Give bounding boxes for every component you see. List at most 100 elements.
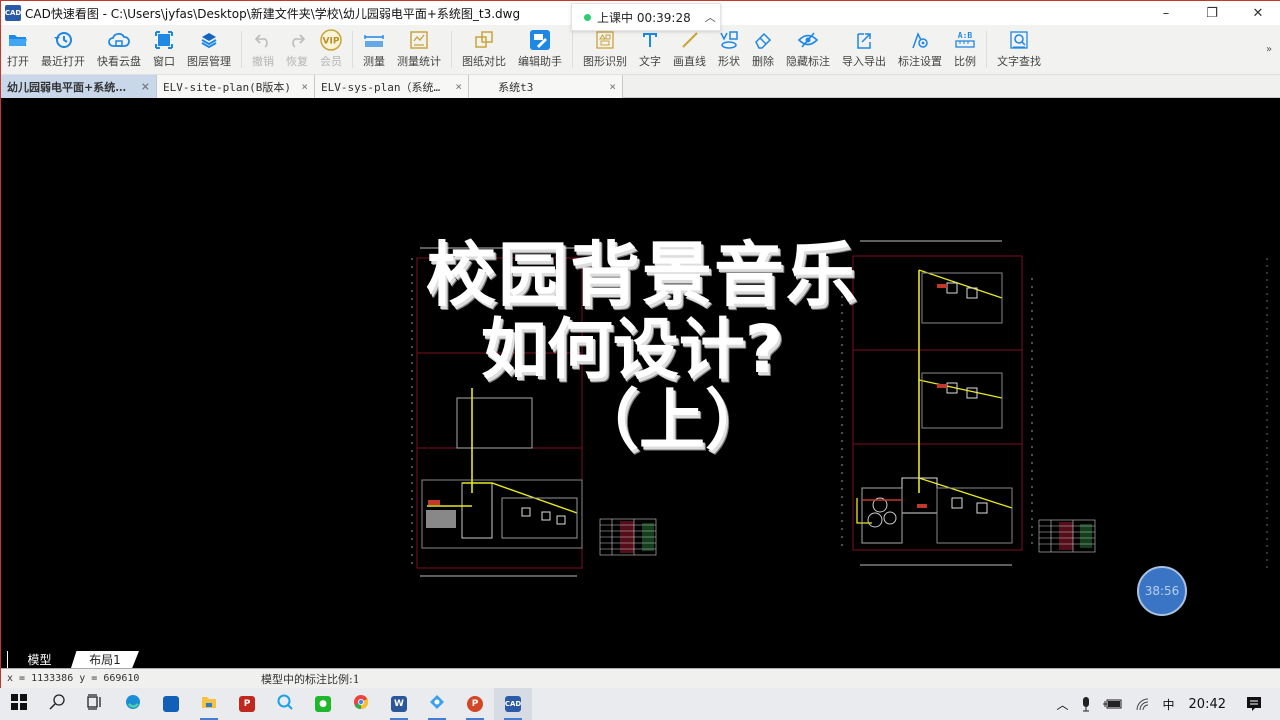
- cloud-icon: [108, 30, 130, 50]
- history-icon: [52, 30, 74, 50]
- window-button[interactable]: 窗口: [147, 25, 181, 74]
- main-toolbar: 打开 最近打开 快看云盘 窗口 图层管理 撤销 恢复 VIP 会员 测量 测量统…: [1, 25, 1280, 75]
- cloud-drive-button[interactable]: 快看云盘: [91, 25, 147, 74]
- measure-button[interactable]: 测量: [357, 25, 391, 74]
- vip-button[interactable]: VIP 会员: [314, 25, 348, 74]
- cursor-coordinates: x = 1133386 y = 669610: [7, 673, 140, 684]
- close-tab-icon[interactable]: ×: [301, 80, 308, 93]
- maximize-button[interactable]: ❐: [1189, 1, 1235, 26]
- import-export-label: 导入导出: [842, 55, 886, 68]
- drawing-canvas[interactable]: 校园背景音乐 如何设计? （上） 38:56: [2, 98, 1280, 650]
- shapes-label: 形状: [718, 55, 740, 68]
- redo-button[interactable]: 恢复: [280, 25, 314, 74]
- annotation-settings-label: 标注设置: [898, 55, 942, 68]
- edit-assistant-button[interactable]: 编辑助手: [512, 25, 568, 74]
- class-timer-label: 上课中 00:39:28: [597, 10, 691, 25]
- taskbar-cad-viewer[interactable]: CAD: [494, 688, 532, 720]
- battery-icon[interactable]: [1102, 698, 1123, 710]
- ruler-icon: [363, 30, 385, 50]
- input-method-indicator[interactable]: 中: [1163, 696, 1175, 713]
- taskbar-search-button[interactable]: [38, 688, 76, 720]
- layout-tab-layout1[interactable]: 布局1: [71, 651, 139, 668]
- toolbar-overflow-button[interactable]: »: [1257, 25, 1280, 74]
- svg-text:A:B: A:B: [958, 31, 973, 40]
- chevron-up-icon[interactable]: ︿: [1057, 696, 1069, 713]
- line-icon: [679, 30, 701, 50]
- hide-annotation-button[interactable]: 隐藏标注: [780, 25, 836, 74]
- close-tab-icon[interactable]: ×: [141, 80, 150, 93]
- start-button[interactable]: [0, 688, 38, 720]
- task-view-button[interactable]: [76, 688, 114, 720]
- annotation-settings-icon: [909, 30, 931, 50]
- taskbar-powerpoint[interactable]: P: [456, 688, 494, 720]
- taskbar-word[interactable]: W: [380, 688, 418, 720]
- doc-tab-kindergarten[interactable]: 幼儿园弱电平面+系统… ×: [1, 75, 157, 98]
- taskbar-chat[interactable]: [266, 688, 304, 720]
- svg-text:VIP: VIP: [323, 37, 340, 47]
- vip-label: 会员: [320, 55, 342, 68]
- annotation-settings-button[interactable]: 标注设置: [892, 25, 948, 74]
- close-tab-icon[interactable]: ×: [455, 80, 462, 93]
- shape-recognize-label: 图形识别: [583, 55, 627, 68]
- close-button[interactable]: ✕: [1235, 1, 1280, 26]
- scale-button[interactable]: A:B 比例: [948, 25, 982, 74]
- store-icon: [163, 696, 179, 712]
- open-button[interactable]: 打开: [1, 25, 35, 74]
- measure-label: 测量: [363, 55, 385, 68]
- search-icon: [49, 694, 65, 714]
- taskbar-feishu[interactable]: [418, 688, 456, 720]
- chevron-up-icon[interactable]: ︿: [705, 9, 716, 25]
- taskbar-store[interactable]: [152, 688, 190, 720]
- taskbar-chrome[interactable]: [342, 688, 380, 720]
- shape-recognize-button[interactable]: 图形识别: [577, 25, 633, 74]
- wifi-icon[interactable]: [1135, 697, 1151, 711]
- overlay-title-line1: 校园背景音乐: [426, 234, 858, 316]
- taskbar-edge[interactable]: [114, 688, 152, 720]
- layer-manager-label: 图层管理: [187, 55, 231, 68]
- class-timer-widget[interactable]: 上课中 00:39:28 ︿: [571, 3, 721, 31]
- edit-assistant-label: 编辑助手: [518, 55, 562, 68]
- chrome-icon: [353, 694, 369, 714]
- taskbar-pdf[interactable]: P: [228, 688, 266, 720]
- floating-timer-bubble[interactable]: 38:56: [1137, 566, 1187, 616]
- annotation-scale-status: 模型中的标注比例:1: [261, 672, 360, 686]
- toolbar-separator: [986, 31, 987, 68]
- shapes-icon: [718, 30, 740, 50]
- doc-tab-elv-sys-plan[interactable]: ELV-sys-plan（系统… ×: [315, 75, 469, 98]
- minimize-button[interactable]: –: [1143, 1, 1189, 26]
- recent-open-button[interactable]: 最近打开: [35, 25, 91, 74]
- status-bar: x = 1133386 y = 669610 模型中的标注比例:1: [1, 668, 1280, 688]
- doc-tab-system-t3[interactable]: 系统t3 ×: [469, 75, 623, 98]
- notification-icon[interactable]: [1246, 696, 1262, 712]
- layout-tab-model[interactable]: 模型: [7, 651, 71, 668]
- text-search-button[interactable]: 文字查找: [991, 25, 1047, 74]
- taskbar-file-explorer[interactable]: [190, 688, 228, 720]
- taskbar-wechat[interactable]: ●: [304, 688, 342, 720]
- layer-manager-button[interactable]: 图层管理: [181, 25, 237, 74]
- folder-icon: [201, 694, 217, 714]
- system-tray: ︿ 中 20:42: [1051, 688, 1280, 720]
- measure-stats-button[interactable]: 测量统计: [391, 25, 447, 74]
- video-overlay-title: 校园背景音乐 如何设计? （上）: [407, 234, 877, 456]
- undo-button[interactable]: 撤销: [246, 25, 280, 74]
- delete-label: 删除: [752, 55, 774, 68]
- text-label: 文字: [639, 55, 661, 68]
- import-export-button[interactable]: 导入导出: [836, 25, 892, 74]
- redo-label: 恢复: [286, 55, 308, 68]
- text-button[interactable]: 文字: [633, 25, 667, 74]
- close-tab-icon[interactable]: ×: [609, 80, 616, 93]
- shapes-button[interactable]: 形状: [712, 25, 746, 74]
- compare-drawings-button[interactable]: 图纸对比: [456, 25, 512, 74]
- doc-tab-elv-site-plan[interactable]: ELV-site-plan(B版本) ×: [157, 75, 315, 98]
- wechat-icon: ●: [315, 696, 331, 712]
- app-window: CAD CAD快速看图 - C:\Users\jyfas\Desktop\新建文…: [0, 0, 1280, 688]
- open-label: 打开: [7, 55, 29, 68]
- system-clock[interactable]: 20:42: [1189, 697, 1226, 712]
- vip-icon: VIP: [320, 29, 342, 51]
- hide-annotation-label: 隐藏标注: [786, 55, 830, 68]
- microphone-icon[interactable]: [1081, 696, 1091, 712]
- draw-line-button[interactable]: 画直线: [667, 25, 712, 74]
- delete-button[interactable]: 删除: [746, 25, 780, 74]
- doc-tab-label: 幼儿园弱电平面+系统…: [7, 80, 127, 94]
- live-status-dot: [584, 13, 591, 21]
